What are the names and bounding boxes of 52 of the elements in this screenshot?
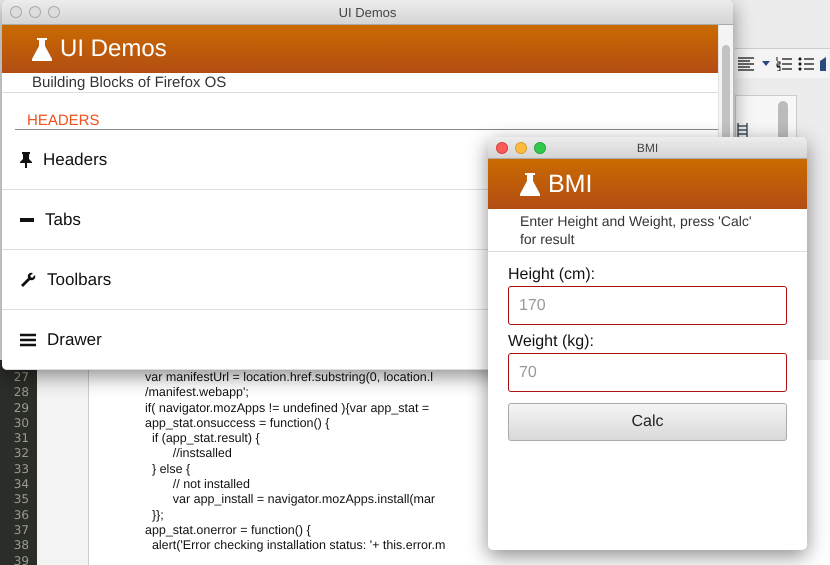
section-heading: HEADERS xyxy=(27,112,100,129)
calc-button[interactable]: Calc xyxy=(508,403,787,441)
line-number: 33 xyxy=(12,462,30,478)
code-line: } else { xyxy=(150,462,190,476)
code-line: alert('Error checking installation status: '+ this.error.m xyxy=(150,538,446,552)
zoom-button[interactable] xyxy=(48,6,60,18)
window-title: BMI xyxy=(636,140,658,154)
close-button[interactable] xyxy=(496,142,508,154)
wrench-icon xyxy=(20,272,36,288)
menu-icon xyxy=(20,332,36,346)
code-line: if (app_stat.result) { xyxy=(150,431,260,446)
minimize-button[interactable] xyxy=(29,6,41,18)
code-line: if( navigator.mozApps != undefined ){var app_stat = xyxy=(145,400,430,415)
minimize-button[interactable] xyxy=(515,142,527,154)
caret-icon[interactable] xyxy=(762,60,770,66)
line-number: 38 xyxy=(12,538,30,554)
line-number: 28 xyxy=(12,385,30,401)
input-field[interactable]: 70 xyxy=(508,353,787,392)
line-number: 29 xyxy=(12,400,30,416)
zoom-button[interactable] xyxy=(534,142,546,154)
line-number: 31 xyxy=(12,431,30,446)
subtitle: Building Blocks of Firefox OS xyxy=(32,74,226,92)
code-line: /manifest.webapp'; xyxy=(145,385,249,400)
line-number: 27 xyxy=(12,370,30,386)
code-line: }}; xyxy=(150,508,164,522)
list-icon xyxy=(737,123,748,137)
pin-icon xyxy=(20,152,32,168)
code-line: var app_install = navigator.mozApps.install(mar xyxy=(172,492,436,506)
numbered-list-icon[interactable] xyxy=(776,56,792,70)
code-line: app_stat.onerror = function() { xyxy=(145,522,311,537)
header-title: UI Demos xyxy=(60,35,167,63)
window-title: UI Demos xyxy=(338,4,396,20)
line-number: 39 xyxy=(12,554,30,565)
line-number: 34 xyxy=(12,477,30,492)
line-number: 32 xyxy=(12,446,30,462)
line-number: 35 xyxy=(12,492,30,508)
field-label: Height (cm): xyxy=(508,266,596,285)
close-button[interactable] xyxy=(10,6,22,18)
flask-icon xyxy=(32,37,52,61)
field-label: Weight (kg): xyxy=(508,333,595,352)
code-line: //instsalled xyxy=(172,446,232,460)
code-line: app_stat.onsuccess = function() { xyxy=(145,416,330,430)
code-line: var manifestUrl = location.href.substring(0, location.l xyxy=(145,370,433,384)
minus-icon xyxy=(20,218,34,222)
align-left-icon[interactable] xyxy=(738,56,756,70)
flask-icon xyxy=(520,172,540,196)
line-number: 37 xyxy=(12,522,30,538)
code-line: // not installed xyxy=(172,477,250,492)
input-field[interactable]: 170 xyxy=(508,286,787,325)
line-number: 36 xyxy=(12,508,30,523)
line-number: 30 xyxy=(12,416,30,432)
bulleted-list-icon[interactable] xyxy=(798,56,814,70)
